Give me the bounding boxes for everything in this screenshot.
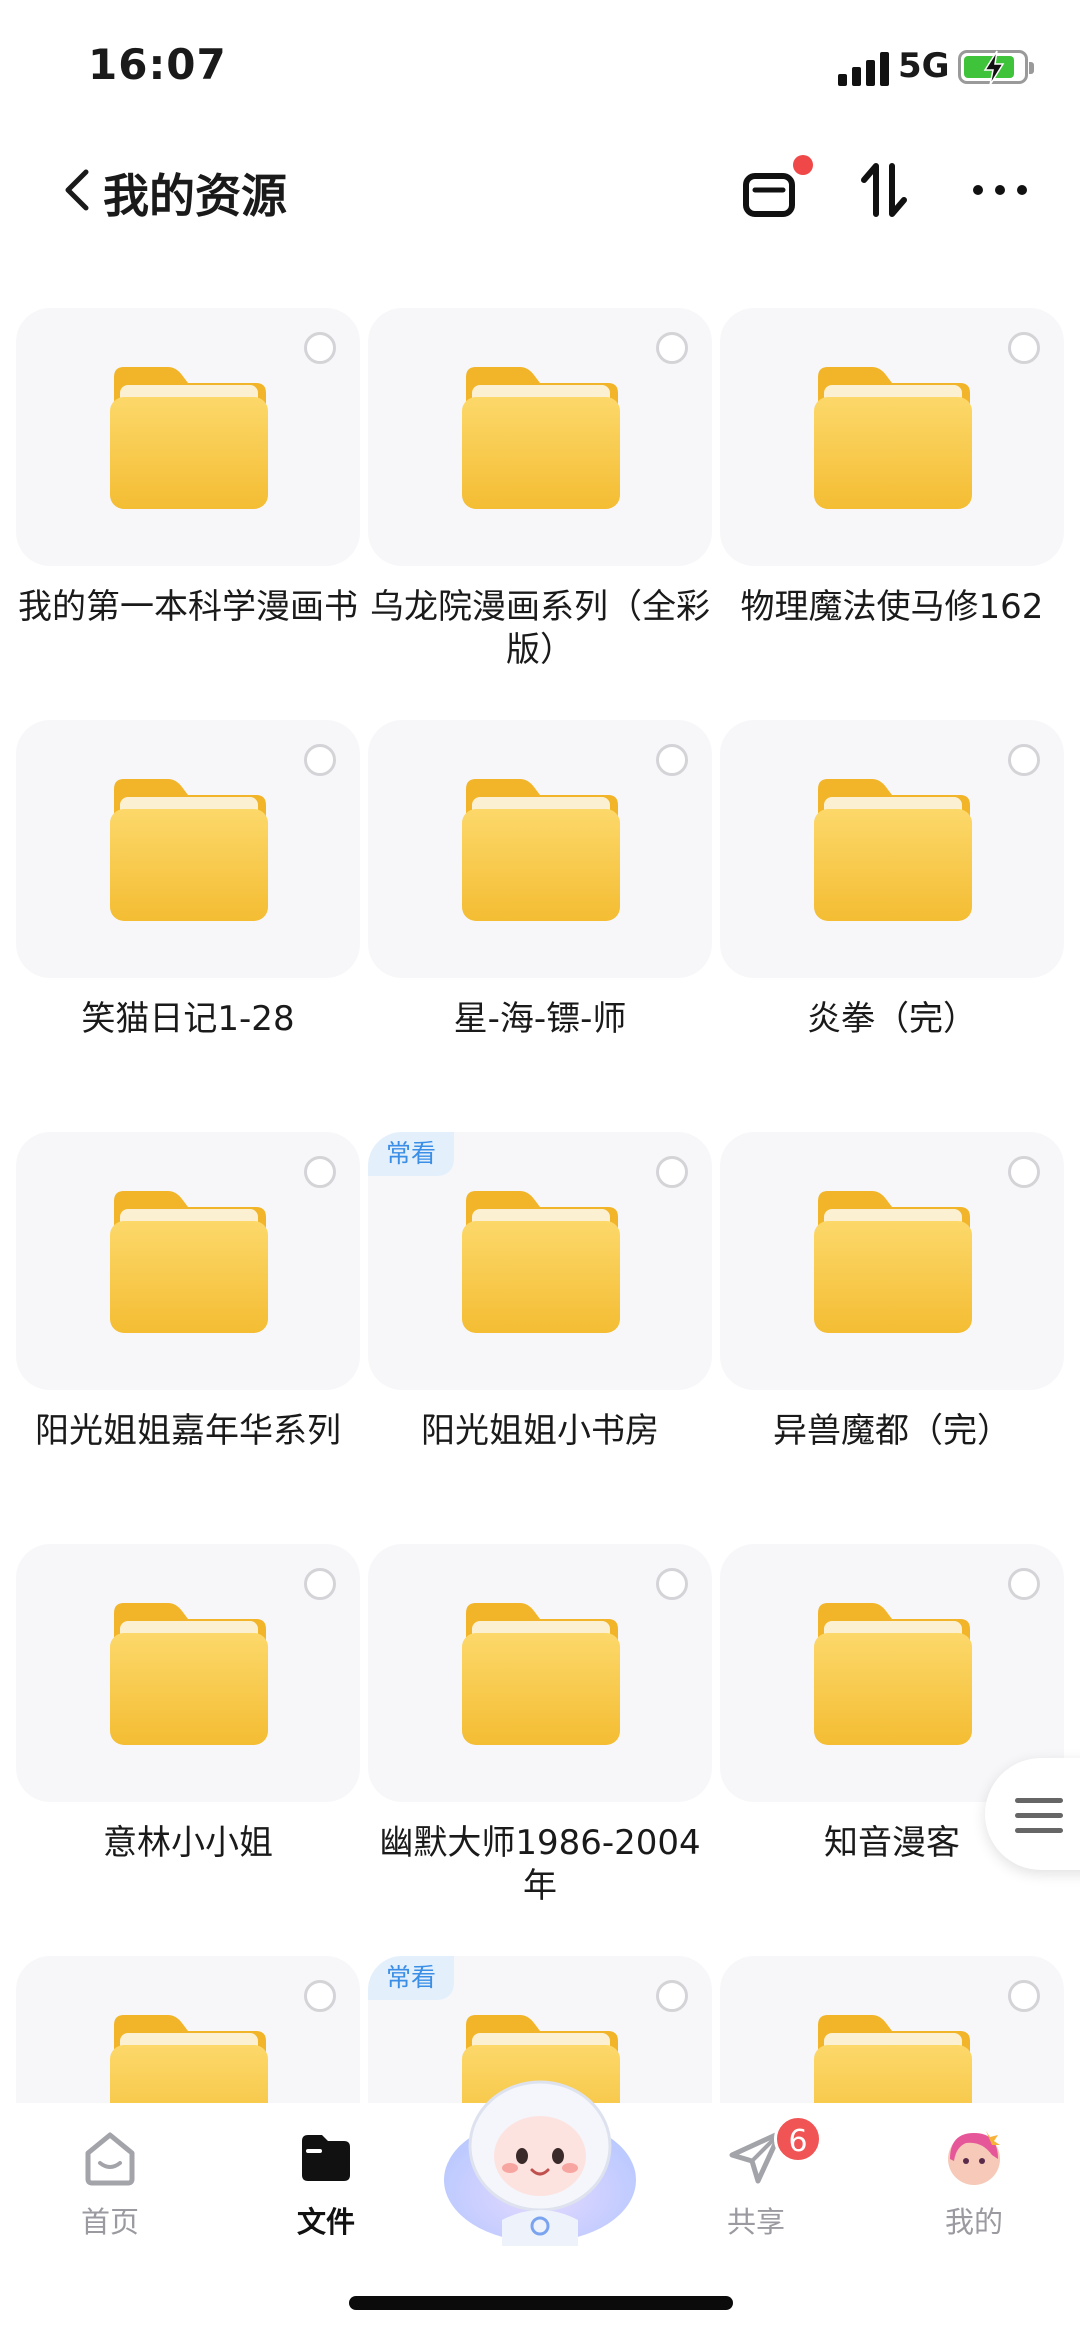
- folder-card[interactable]: [720, 1544, 1064, 1802]
- notification-dot: [793, 155, 813, 175]
- nav-files-label: 文件: [296, 2205, 355, 2239]
- folder-item[interactable]: 炎拳（完）: [720, 720, 1064, 1041]
- select-radio[interactable]: [1008, 1980, 1040, 2012]
- select-radio[interactable]: [304, 1980, 336, 2012]
- select-radio[interactable]: [304, 1568, 336, 1600]
- folder-icon: [110, 367, 268, 509]
- folder-card[interactable]: [16, 308, 360, 566]
- folder-label: 异兽魔都（完）: [773, 1411, 1011, 1451]
- home-indicator: [349, 2296, 733, 2310]
- folder-label: 意林小小姐: [103, 1823, 273, 1863]
- folder-card[interactable]: [16, 1544, 360, 1802]
- folder-item[interactable]: 幽默大师1986-2004年: [368, 1544, 712, 1908]
- folder-label: 我的第一本科学漫画书: [18, 587, 358, 627]
- folder-icon: [462, 1603, 620, 1745]
- folder-label: 笑猫日记1-28: [81, 999, 295, 1039]
- folder-icon: [462, 1191, 620, 1333]
- select-radio[interactable]: [304, 1156, 336, 1188]
- folder-item[interactable]: 物理魔法使马修162: [720, 308, 1064, 629]
- folder-icon: [110, 1191, 268, 1333]
- folder-item[interactable]: [16, 1956, 360, 2103]
- folder-item[interactable]: 阳光姐姐嘉年华系列: [16, 1132, 360, 1453]
- folder-card[interactable]: [368, 308, 712, 566]
- more-icon[interactable]: [968, 158, 1032, 222]
- header: 我的资源: [0, 140, 1080, 240]
- select-radio[interactable]: [304, 744, 336, 776]
- nav-home-label: 首页: [80, 2205, 139, 2239]
- nav-share-label: 共享: [726, 2205, 785, 2239]
- folder-icon: [462, 779, 620, 921]
- folder-card[interactable]: [16, 720, 360, 978]
- select-radio[interactable]: [656, 1980, 688, 2012]
- select-radio[interactable]: [656, 1568, 688, 1600]
- folder-grid: 我的第一本科学漫画书 乌龙院漫画系列（全彩版） 物理魔法使马修162 笑猫日记1…: [16, 308, 1064, 2103]
- select-radio[interactable]: [656, 744, 688, 776]
- folder-item[interactable]: 星-海-镖-师: [368, 720, 712, 1041]
- select-radio[interactable]: [1008, 1156, 1040, 1188]
- folder-item[interactable]: 意林小小姐: [16, 1544, 360, 1865]
- select-radio[interactable]: [304, 332, 336, 364]
- folder-icon: [814, 367, 972, 509]
- select-radio[interactable]: [656, 1156, 688, 1188]
- menu-icon: [1015, 1798, 1063, 1843]
- folder-icon: [814, 1603, 972, 1745]
- frequent-badge: 常看: [368, 1956, 455, 2000]
- folder-label: 乌龙院漫画系列（全彩版）: [370, 587, 710, 670]
- status-bar: 16:07 5G: [0, 0, 1080, 130]
- folder-icon: [110, 1603, 268, 1745]
- folder-card[interactable]: [720, 1956, 1064, 2103]
- folder-card[interactable]: [368, 1544, 712, 1802]
- folder-card[interactable]: [16, 1956, 360, 2103]
- signal-icon: [838, 52, 890, 86]
- folder-card[interactable]: [720, 1132, 1064, 1390]
- sort-icon[interactable]: [852, 158, 916, 222]
- select-radio[interactable]: [1008, 744, 1040, 776]
- avatar-icon: [948, 2131, 1000, 2185]
- back-icon[interactable]: [58, 162, 98, 218]
- folder-icon: [110, 779, 268, 921]
- page-title: 我的资源: [103, 169, 287, 223]
- folder-item[interactable]: 异兽魔都（完）: [720, 1132, 1064, 1453]
- folder-item[interactable]: 笑猫日记1-28: [16, 720, 360, 1041]
- home-icon: [85, 2132, 135, 2186]
- nav-mine-label: 我的: [944, 2205, 1003, 2239]
- folder-label: 炎拳（完）: [807, 999, 977, 1039]
- share-count-badge: 6: [774, 2115, 822, 2163]
- network-type: 5G: [898, 46, 950, 86]
- select-radio[interactable]: [656, 332, 688, 364]
- folder-label: 幽默大师1986-2004年: [379, 1823, 701, 1906]
- nav-files[interactable]: 文件: [256, 2125, 396, 2241]
- folder-icon: [302, 2135, 350, 2181]
- folder-icon: [462, 367, 620, 509]
- folder-icon: [814, 779, 972, 921]
- folder-card[interactable]: [720, 720, 1064, 978]
- folder-item[interactable]: 乌龙院漫画系列（全彩版）: [368, 308, 712, 672]
- battery-icon: [958, 50, 1034, 86]
- folder-label: 物理魔法使马修162: [740, 587, 1044, 627]
- folder-card[interactable]: [368, 720, 712, 978]
- folder-label: 阳光姐姐小书房: [421, 1411, 659, 1451]
- mascot-assistant-icon[interactable]: [440, 2060, 640, 2250]
- folder-item[interactable]: 常看 阳光姐姐小书房: [368, 1132, 712, 1453]
- frequent-badge: 常看: [368, 1132, 455, 1176]
- folder-label: 星-海-镖-师: [453, 999, 627, 1039]
- nav-home[interactable]: 首页: [40, 2125, 180, 2241]
- folder-icon: [110, 2015, 268, 2103]
- folder-card[interactable]: [720, 308, 1064, 566]
- nav-mine[interactable]: 我的: [904, 2125, 1044, 2241]
- select-radio[interactable]: [1008, 332, 1040, 364]
- status-time: 16:07: [88, 40, 227, 89]
- folder-icon: [814, 2015, 972, 2103]
- folder-icon: [814, 1191, 972, 1333]
- folder-item[interactable]: [720, 1956, 1064, 2103]
- folder-card[interactable]: [16, 1132, 360, 1390]
- folder-item[interactable]: 我的第一本科学漫画书: [16, 308, 360, 629]
- select-radio[interactable]: [1008, 1568, 1040, 1600]
- folder-label: 阳光姐姐嘉年华系列: [35, 1411, 341, 1451]
- folder-card[interactable]: 常看: [368, 1132, 712, 1390]
- nav-share[interactable]: 6 共享: [686, 2115, 826, 2241]
